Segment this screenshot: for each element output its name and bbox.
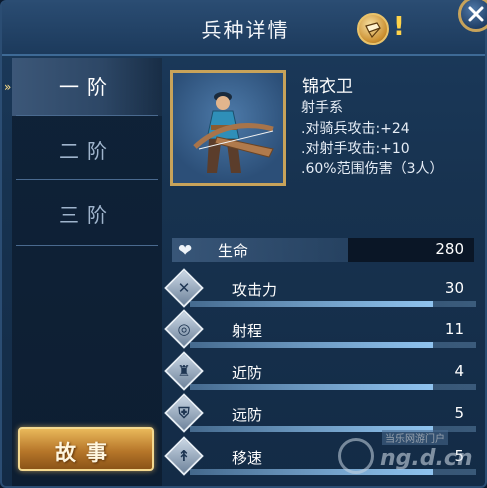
unit-name: 锦衣卫	[302, 77, 353, 97]
story-button-label: 故事	[55, 441, 117, 465]
stat-label: 攻击力	[232, 281, 278, 299]
stat-label: 移速	[232, 449, 263, 467]
tab-tier-2[interactable]: 二阶	[12, 122, 162, 180]
tier-divider	[16, 179, 158, 180]
unit-portrait	[170, 70, 286, 186]
health-label: 生命	[218, 242, 249, 260]
stat-label: 射程	[232, 322, 263, 340]
tab-tier-1[interactable]: 一阶	[12, 58, 162, 116]
story-button[interactable]: 故事	[18, 427, 154, 471]
stat-track	[190, 301, 476, 307]
unit-trait: .60%范围伤害（3人）	[301, 161, 444, 177]
watermark-logo-icon	[338, 438, 374, 474]
stat-row-melee-defense: ♜ 近防 4	[164, 351, 476, 391]
stat-fill	[190, 301, 434, 307]
scroll-badge-icon[interactable]	[357, 13, 389, 45]
stat-value: 5	[454, 404, 464, 422]
stat-value: 11	[444, 320, 464, 338]
stat-fill	[190, 384, 434, 390]
boot-glyph: ↟	[177, 447, 191, 465]
stat-label: 近防	[232, 364, 263, 382]
unit-trait: .对骑兵攻击:+24	[301, 121, 410, 137]
alert-mark: !	[393, 12, 405, 42]
stat-fill	[190, 342, 434, 348]
tab-tier-3[interactable]: 三阶	[12, 186, 162, 244]
title-bar: 兵种详情 !	[2, 2, 485, 56]
unit-trait: .对射手攻击:+10	[301, 141, 410, 157]
tier-sidebar: 一阶 二阶 三阶	[12, 58, 162, 486]
unit-detail-panel: 兵种详情 ! 一阶 二阶 三阶 » 故事 锦衣卫 射手系 .对骑兵攻击:+24 …	[0, 0, 487, 488]
watermark-text: ng.d.cn	[380, 446, 473, 471]
tier-divider	[16, 245, 158, 246]
stat-row-ranged-defense: ⛨ 远防 5	[164, 393, 476, 433]
watermark: 当乐网游门户 ng.d.cn	[338, 430, 473, 480]
stat-row-range: ◎ 射程 11	[164, 309, 476, 349]
stat-value: 4	[454, 362, 464, 380]
armor-glyph: ♜	[177, 362, 191, 380]
close-icon	[468, 6, 484, 22]
unit-class: 射手系	[301, 100, 343, 116]
shield-glyph: ⛨	[178, 404, 190, 422]
heart-icon: ❤	[178, 241, 193, 261]
stat-label: 远防	[232, 406, 263, 424]
watermark-caption: 当乐网游门户	[382, 430, 448, 445]
health-label-area	[172, 238, 352, 262]
target-glyph: ◎	[177, 320, 191, 338]
health-value: 280	[435, 240, 464, 258]
stat-track	[190, 384, 476, 390]
page-title: 兵种详情	[201, 18, 290, 42]
tier-divider	[16, 115, 158, 116]
health-row: ❤ 生命 280	[172, 238, 476, 264]
stat-value: 30	[444, 279, 464, 297]
active-tab-arrow-icon: »	[4, 80, 12, 94]
crossed-swords-glyph: ✕	[177, 279, 191, 297]
stat-track	[190, 342, 476, 348]
stat-row-attack: ✕ 攻击力 30	[164, 268, 476, 308]
